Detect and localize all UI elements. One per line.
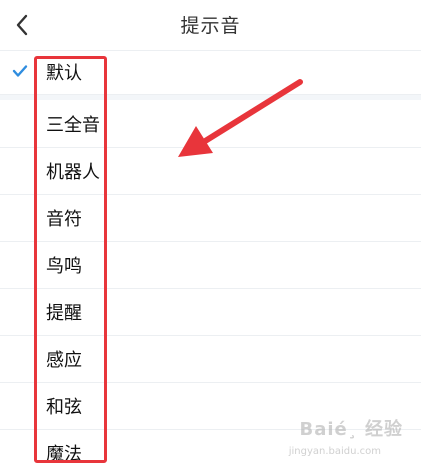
header-bar: 提示音	[0, 0, 421, 51]
tone-label: 鸟鸣	[46, 256, 82, 277]
page-title: 提示音	[180, 15, 241, 37]
tone-item-reminder[interactable]: 提醒	[0, 289, 421, 336]
check-icon	[12, 65, 28, 77]
tone-item-robot[interactable]: 机器人	[0, 148, 421, 195]
tone-label: 和弦	[46, 397, 82, 418]
tone-list: 默认 三全音 机器人 音符 鸟鸣 提醒 感应 和弦 魔法	[0, 50, 421, 467]
tone-item-sensor[interactable]: 感应	[0, 336, 421, 383]
tone-label: 默认	[46, 63, 82, 84]
tone-label: 三全音	[46, 115, 100, 136]
tone-label: 机器人	[46, 162, 100, 183]
tone-item-tritone[interactable]: 三全音	[0, 101, 421, 148]
tone-label: 魔法	[46, 444, 82, 465]
watermark-logo: Baié¸ 经验	[299, 415, 403, 441]
sound-settings-screen: 提示音 默认 三全音 机器人 音符 鸟鸣 提醒 感应 和弦 魔法 Baié¸ 经…	[0, 0, 421, 467]
tone-label: 提醒	[46, 303, 82, 324]
watermark-text: Baié¸ 经验	[299, 419, 403, 440]
tone-label: 音符	[46, 209, 82, 230]
tone-item-birdsong[interactable]: 鸟鸣	[0, 242, 421, 289]
tone-item-default[interactable]: 默认	[0, 50, 421, 100]
tone-item-note[interactable]: 音符	[0, 195, 421, 242]
tone-label: 感应	[46, 350, 82, 371]
watermark-url: jingyan.baidu.com	[288, 446, 381, 457]
